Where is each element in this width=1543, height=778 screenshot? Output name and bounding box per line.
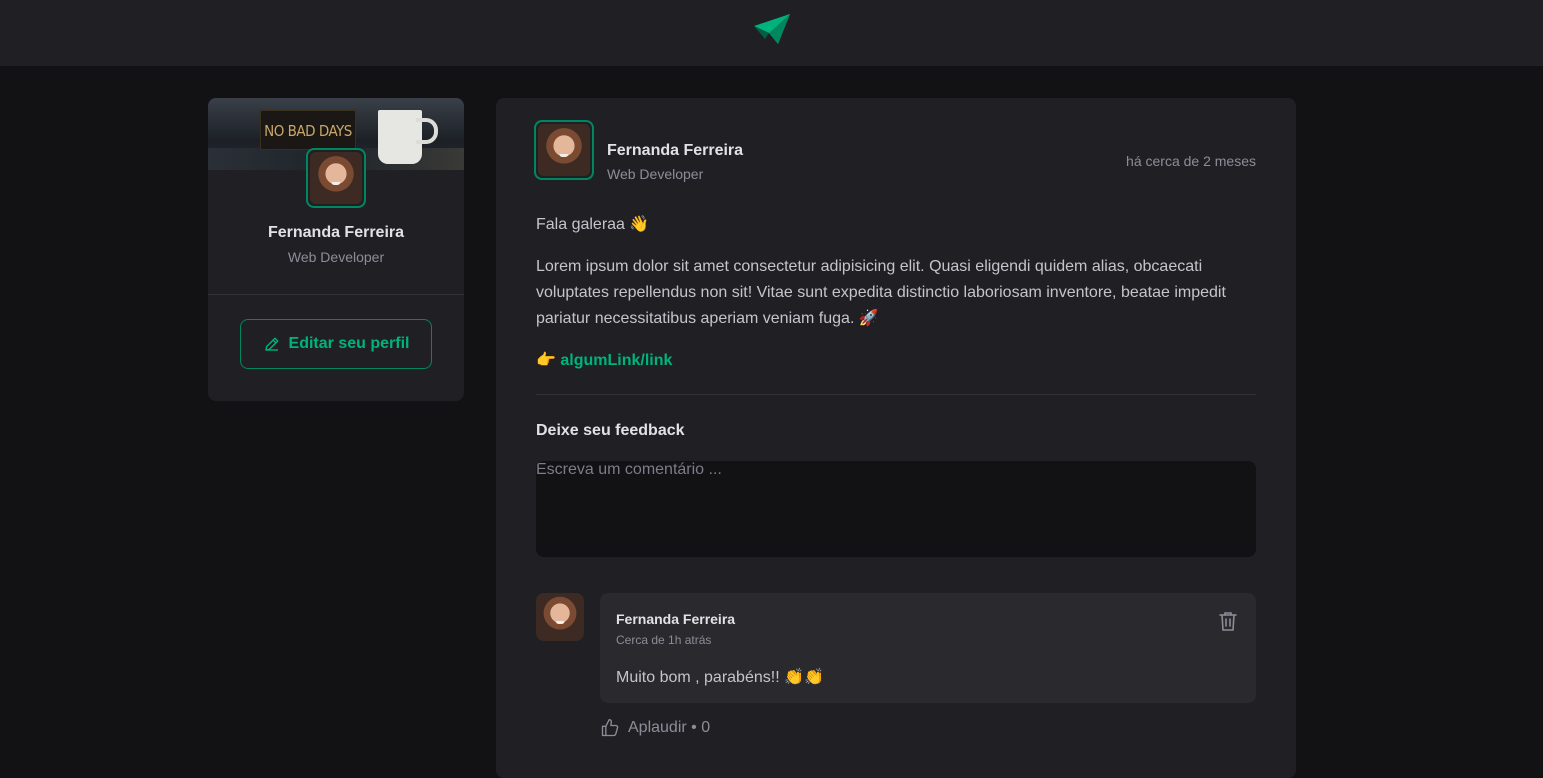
top-header (0, 0, 1543, 66)
comment-author-name: Fernanda Ferreira (616, 611, 736, 627)
comment-author-avatar[interactable] (536, 593, 584, 641)
edit-profile-button[interactable]: Editar seu perfil (240, 319, 432, 369)
trash-icon (1219, 612, 1237, 631)
post-link-line: 👉 algumLink/link (536, 348, 1256, 374)
cover-sign: NO BAD DAYS (260, 110, 356, 150)
post-greeting: Fala galeraa 👋 (536, 216, 650, 233)
profile-name: Fernanda Ferreira (267, 224, 405, 241)
comment-item: Fernanda Ferreira Cerca de 1h atrás Muit… (600, 593, 1256, 703)
post-author-role: Web Developer (607, 166, 704, 182)
thumbs-up-icon (601, 719, 619, 737)
post-card: Fernanda Ferreira Web Developer há cerca… (496, 98, 1296, 778)
comment-input[interactable] (536, 461, 1256, 557)
profile-role: Web Developer (287, 249, 385, 265)
post-paragraph: Lorem ipsum dolor sit amet consectetur a… (536, 258, 1226, 327)
post-author-avatar[interactable] (534, 120, 594, 180)
post-divider (536, 394, 1256, 395)
post-link[interactable]: algumLink/link (560, 352, 672, 369)
sidebar-divider (208, 294, 464, 295)
applaud-button[interactable]: Aplaudir • 0 (600, 718, 710, 738)
post-author-name: Fernanda Ferreira (607, 142, 744, 159)
pointing-hand-icon: 👉 (536, 352, 556, 369)
edit-profile-label: Editar seu perfil (288, 335, 410, 352)
comment-timestamp: Cerca de 1h atrás (616, 633, 712, 647)
profile-sidebar: NO BAD DAYS Fernanda Ferreira Web Develo… (208, 98, 464, 401)
applaud-label: Aplaudir • 0 (628, 719, 711, 736)
comment-text: Muito bom , parabéns!! 👏👏 (616, 669, 824, 686)
paper-plane-logo (753, 14, 790, 44)
post-timestamp: há cerca de 2 meses (1126, 153, 1256, 169)
delete-comment-button[interactable] (1216, 609, 1240, 633)
post-content: Fala galeraa 👋 Lorem ipsum dolor sit ame… (536, 212, 1256, 390)
profile-avatar (306, 148, 366, 208)
feedback-title: Deixe seu feedback (536, 422, 685, 439)
pencil-icon (264, 337, 278, 351)
